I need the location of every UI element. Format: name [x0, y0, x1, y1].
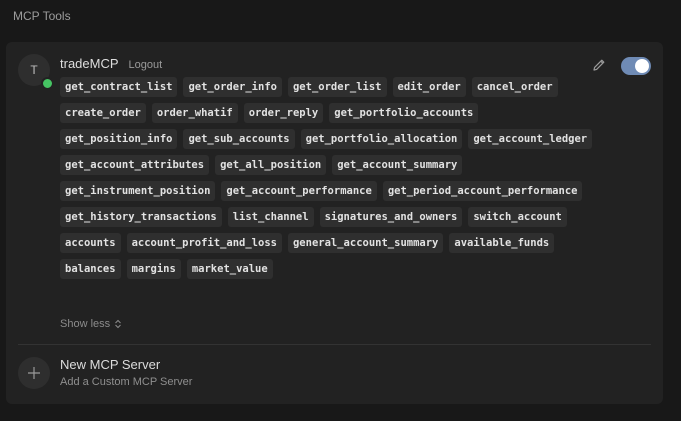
- tool-chip[interactable]: margins: [126, 259, 181, 279]
- tool-chip[interactable]: get_account_attributes: [60, 155, 210, 175]
- tool-chip[interactable]: get_account_summary: [332, 155, 463, 175]
- chevron-updown-icon: [115, 319, 121, 329]
- avatar-letter: T: [30, 63, 38, 77]
- tool-chip[interactable]: edit_order: [392, 77, 466, 97]
- logout-link[interactable]: Logout: [129, 59, 163, 71]
- tool-chip[interactable]: switch_account: [468, 207, 567, 227]
- page-title: MCP Tools: [13, 9, 71, 23]
- tool-chip[interactable]: get_position_info: [60, 129, 178, 149]
- divider: [18, 344, 651, 345]
- tool-list: get_contract_list get_order_info get_order…: [60, 77, 600, 279]
- show-less-label: Show less: [60, 318, 111, 330]
- tool-chip[interactable]: create_order: [60, 103, 146, 123]
- tool-chip[interactable]: get_portfolio_allocation: [300, 129, 463, 149]
- tool-chip[interactable]: get_order_list: [287, 77, 387, 97]
- tool-chip[interactable]: general_account_summary: [287, 233, 444, 253]
- tool-chip[interactable]: get_order_info: [183, 77, 282, 97]
- tool-chip[interactable]: account_profit_and_loss: [126, 233, 282, 253]
- status-indicator-dot: [41, 77, 54, 90]
- tool-chip[interactable]: order_whatif: [151, 103, 238, 123]
- server-header: tradeMCP Logout: [60, 56, 162, 71]
- server-enable-toggle[interactable]: [621, 57, 651, 75]
- tool-chip[interactable]: get_portfolio_accounts: [329, 103, 479, 123]
- tool-chip[interactable]: balances: [60, 259, 121, 279]
- tool-chip[interactable]: get_sub_accounts: [183, 129, 295, 149]
- add-server-circle: [18, 357, 50, 389]
- tool-chip[interactable]: order_reply: [243, 103, 324, 123]
- tool-chip[interactable]: available_funds: [449, 233, 555, 253]
- tool-chip[interactable]: get_contract_list: [60, 77, 178, 97]
- server-name: tradeMCP: [60, 56, 119, 71]
- toggle-knob: [635, 59, 649, 73]
- tool-chip[interactable]: get_period_account_performance: [382, 181, 583, 201]
- mcp-servers-panel: T tradeMCP Logout get_contract_list get_o…: [6, 42, 663, 404]
- add-mcp-server-button[interactable]: New MCP Server Add a Custom MCP Server: [18, 355, 651, 391]
- show-less-button[interactable]: Show less: [60, 318, 122, 330]
- tool-chip[interactable]: market_value: [186, 259, 273, 279]
- tool-chip[interactable]: cancel_order: [471, 77, 558, 97]
- tool-chip[interactable]: accounts: [60, 233, 121, 253]
- tool-chip[interactable]: get_history_transactions: [60, 207, 222, 227]
- tool-chip[interactable]: get_all_position: [215, 155, 327, 175]
- tool-chip[interactable]: get_account_performance: [221, 181, 377, 201]
- tool-chip[interactable]: list_channel: [227, 207, 314, 227]
- tool-chip[interactable]: get_instrument_position: [60, 181, 216, 201]
- add-server-subtitle: Add a Custom MCP Server: [60, 376, 193, 388]
- plus-icon: [28, 367, 40, 379]
- tool-chip[interactable]: get_account_ledger: [468, 129, 593, 149]
- pencil-icon[interactable]: [591, 57, 607, 73]
- tool-chip[interactable]: signatures_and_owners: [319, 207, 463, 227]
- add-server-title: New MCP Server: [60, 357, 161, 372]
